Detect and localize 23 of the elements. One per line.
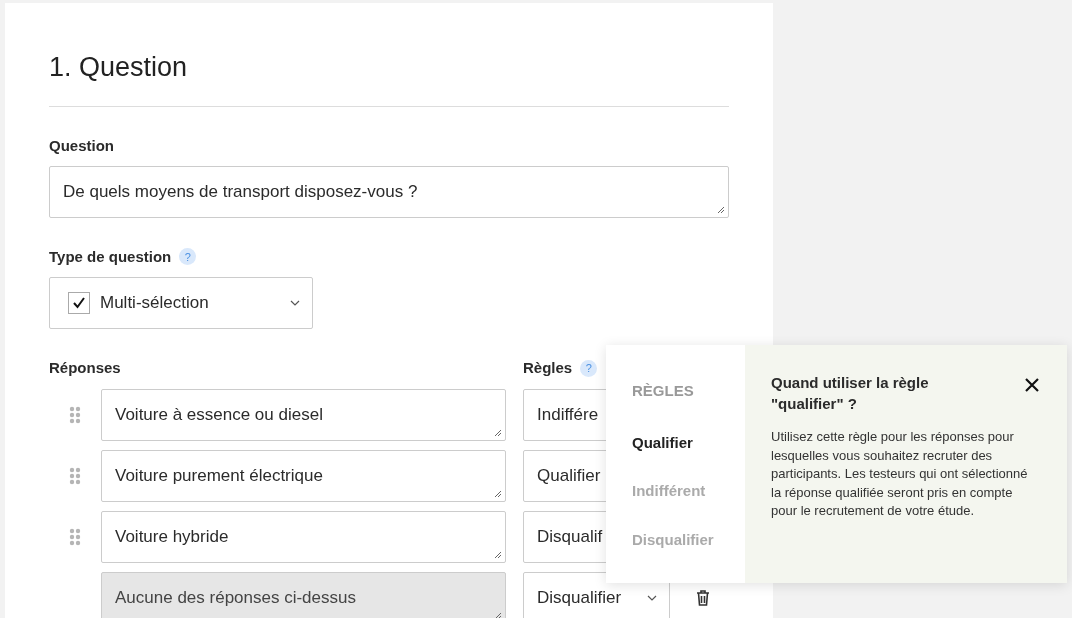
close-icon[interactable] (1025, 378, 1039, 392)
help-title: Quand utiliser la règle "qualifier" ? (771, 373, 930, 414)
drag-handle-icon[interactable] (69, 405, 81, 424)
question-field[interactable]: De quels moyens de transport disposez-vous ? (49, 165, 729, 218)
drag-handle-icon[interactable] (69, 527, 81, 546)
answer-field[interactable]: Voiture à essence ou diesel (101, 388, 506, 441)
resize-handle-icon (494, 428, 502, 437)
field-label: Règles (523, 358, 573, 378)
question-type-select[interactable]: Multi-sélection (49, 277, 313, 329)
answer-field[interactable]: Voiture hybride (101, 510, 506, 563)
resize-handle-icon (717, 205, 725, 214)
help-text: Utilisez cette règle pour les réponses pour lesquelles vous souhaitez recruter des participants. Les testeurs qui ont sélectionné la réponse qualifiée seront pris en compte pour le recrutement de votre étude. (771, 428, 1029, 521)
resize-handle-icon (494, 489, 502, 498)
resize-handle-icon (494, 611, 502, 618)
resize-handle-icon (494, 550, 502, 559)
drag-handle-icon[interactable] (69, 466, 81, 485)
chevron-down-icon (290, 300, 300, 306)
chevron-down-icon (647, 594, 657, 601)
answer-field[interactable]: Voiture purement électrique (101, 449, 506, 502)
field-label: Type de question (49, 246, 172, 267)
field-label: Réponses (49, 358, 122, 378)
section-title: 1. Question (49, 51, 189, 84)
field-label: Question (49, 136, 114, 156)
